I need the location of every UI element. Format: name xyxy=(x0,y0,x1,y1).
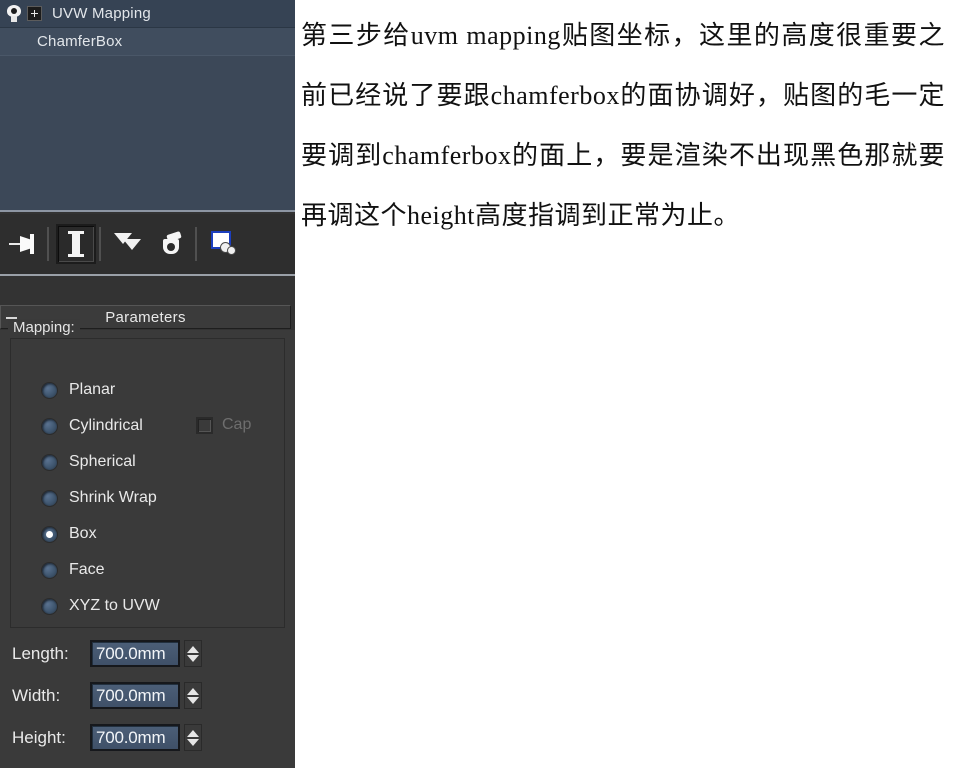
stack-item-label: ChamferBox xyxy=(37,33,123,50)
length-value: 700.0mm xyxy=(96,643,166,663)
height-label: Height: xyxy=(12,727,66,747)
radio-indicator[interactable] xyxy=(42,382,57,398)
show-end-result-button[interactable] xyxy=(56,224,96,264)
width-label: Width: xyxy=(12,685,61,705)
trash-can-icon xyxy=(161,231,183,256)
length-spinner-row: Length: 700.0mm xyxy=(12,640,202,667)
radio-cylindrical[interactable]: Cylindrical xyxy=(42,416,143,436)
radio-label: Shrink Wrap xyxy=(69,489,157,506)
radio-face[interactable]: Face xyxy=(42,560,105,580)
stack-item-label: UVW Mapping xyxy=(52,5,151,22)
toolbar-divider xyxy=(195,227,197,261)
radio-label: XYZ to UVW xyxy=(69,597,160,614)
stepper-down-icon[interactable] xyxy=(187,654,199,662)
width-stepper[interactable] xyxy=(184,682,202,709)
radio-label: Box xyxy=(69,525,97,542)
toolbar-divider xyxy=(99,227,101,261)
modifier-stack-list[interactable]: UVW Mapping ChamferBox xyxy=(0,0,295,212)
toolbar-divider xyxy=(47,227,49,261)
screenshot-root: UVW Mapping ChamferBox Parameters Mappin… xyxy=(0,0,959,768)
plus-box-icon[interactable] xyxy=(27,6,42,21)
radio-indicator[interactable] xyxy=(42,562,57,578)
radio-xyz-to-uvw[interactable]: XYZ to UVW xyxy=(42,596,160,616)
height-input[interactable]: 700.0mm xyxy=(90,724,180,751)
cap-checkbox-label: Cap xyxy=(222,416,252,433)
checkbox-indicator[interactable] xyxy=(196,416,213,434)
radio-spherical[interactable]: Spherical xyxy=(42,452,136,472)
radio-indicator[interactable] xyxy=(42,454,57,470)
stack-item-uvw-mapping[interactable]: UVW Mapping xyxy=(0,0,295,28)
pin-stack-button[interactable] xyxy=(4,224,44,264)
double-chevron-down-icon xyxy=(114,232,142,256)
stepper-up-icon[interactable] xyxy=(187,687,199,695)
configure-window-icon xyxy=(211,231,237,257)
article-pane: 第三步给uvm mapping贴图坐标，这里的高度很重要之前已经说了要跟cham… xyxy=(295,0,959,768)
stepper-down-icon[interactable] xyxy=(187,738,199,746)
radio-label: Face xyxy=(69,561,105,578)
radio-label: Cylindrical xyxy=(69,417,143,434)
mapping-group-label: Mapping: xyxy=(8,319,80,336)
radio-indicator[interactable] xyxy=(42,490,57,506)
modifier-stack-toolbar xyxy=(0,214,295,276)
width-spinner-row: Width: 700.0mm xyxy=(12,682,202,709)
stack-item-chamferbox[interactable]: ChamferBox xyxy=(0,28,295,56)
width-value: 700.0mm xyxy=(96,685,166,705)
radio-label: Planar xyxy=(69,381,116,398)
height-spinner-row: Height: 700.0mm xyxy=(12,724,202,751)
radio-shrink-wrap[interactable]: Shrink Wrap xyxy=(42,488,157,508)
width-input[interactable]: 700.0mm xyxy=(90,682,180,709)
cap-checkbox[interactable]: Cap xyxy=(196,416,251,434)
ibeam-icon xyxy=(68,231,84,257)
radio-indicator[interactable] xyxy=(42,418,57,434)
article-body: 第三步给uvm mapping贴图坐标，这里的高度很重要之前已经说了要跟cham… xyxy=(301,21,945,230)
rollout-title: Parameters xyxy=(105,308,186,326)
max-command-panel: UVW Mapping ChamferBox Parameters Mappin… xyxy=(0,0,295,768)
radio-label: Spherical xyxy=(69,453,136,470)
radio-indicator[interactable] xyxy=(42,526,57,542)
height-stepper[interactable] xyxy=(184,724,202,751)
parameters-body: Mapping: Planar Cylindrical Spherical Sh… xyxy=(0,319,295,768)
pin-icon xyxy=(9,233,39,255)
configure-modifier-sets-button[interactable] xyxy=(204,224,244,264)
stepper-up-icon[interactable] xyxy=(187,729,199,737)
radio-planar[interactable]: Planar xyxy=(42,380,115,400)
length-input[interactable]: 700.0mm xyxy=(90,640,180,667)
remove-modifier-button[interactable] xyxy=(152,224,192,264)
length-stepper[interactable] xyxy=(184,640,202,667)
stepper-up-icon[interactable] xyxy=(187,645,199,653)
radio-indicator[interactable] xyxy=(42,598,57,614)
radio-box[interactable]: Box xyxy=(42,524,97,544)
stepper-down-icon[interactable] xyxy=(187,696,199,704)
lightbulb-icon[interactable] xyxy=(6,4,22,23)
length-label: Length: xyxy=(12,643,69,663)
height-value: 700.0mm xyxy=(96,727,166,747)
make-unique-button[interactable] xyxy=(108,224,148,264)
